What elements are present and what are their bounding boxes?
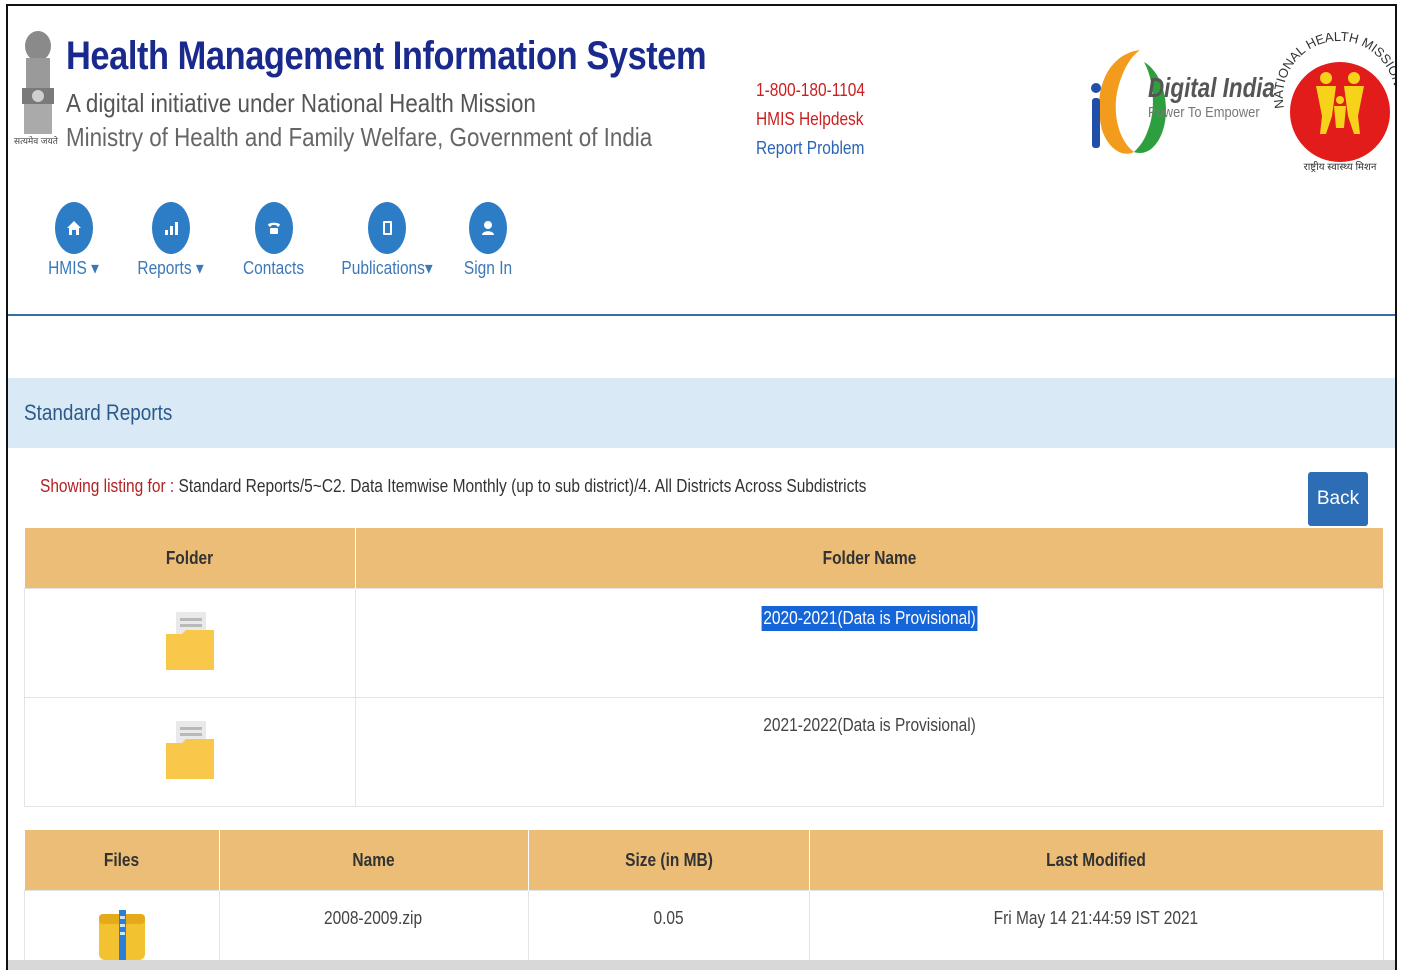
back-button[interactable]: Back xyxy=(1308,472,1368,526)
folder-icon[interactable] xyxy=(162,604,218,674)
page-frame: सत्यमेव जयते Health Management Informati… xyxy=(6,4,1397,970)
column-header: Name xyxy=(219,830,529,891)
nav-publications[interactable]: Publications▾ xyxy=(334,202,440,279)
nhm-hindi-text: राष्ट्रीय स्वास्थ्य मिशन xyxy=(1304,161,1377,173)
column-header: Files xyxy=(24,830,220,891)
files-header-row: Files Name Size (in MB) Last Modified xyxy=(24,830,1384,891)
nav-publications-label: Publications xyxy=(341,258,425,278)
column-header: Folder xyxy=(24,528,356,589)
listing-label: Showing listing for : xyxy=(40,476,175,496)
horizontal-scrollbar[interactable] xyxy=(8,960,1395,970)
nav-sign-in-label: Sign In xyxy=(463,258,513,278)
folder-name-link[interactable]: 2021-2022(Data is Provisional) xyxy=(763,715,976,736)
nav-contacts-label: Contacts xyxy=(242,258,305,278)
nhm-logo: NATIONAL HEALTH MISSION राष्ट्रीय स्वास्… xyxy=(1271,29,1395,173)
home-icon xyxy=(54,202,93,254)
site-subtitle: A digital initiative under National Heal… xyxy=(66,88,536,118)
nav-hmis[interactable]: HMIS ▾ xyxy=(44,202,103,279)
digital-india-title: Digital India xyxy=(1148,72,1275,103)
file-modified-cell: Fri May 14 21:44:59 IST 2021 xyxy=(808,890,1384,969)
folder-cell[interactable] xyxy=(24,697,356,807)
folder-name-link[interactable]: 2020-2021(Data is Provisional) xyxy=(761,606,978,631)
emblem-caption: सत्यमेव जयते xyxy=(14,136,58,146)
folder-name-cell[interactable]: 2020-2021(Data is Provisional) xyxy=(354,588,1384,698)
report-problem-link[interactable]: Report Problem xyxy=(756,134,865,163)
digital-india-tagline: Power To Empower xyxy=(1148,104,1260,121)
panel-heading: Standard Reports xyxy=(8,378,1395,448)
zip-archive-icon[interactable] xyxy=(95,906,149,962)
nav-divider xyxy=(8,314,1395,316)
caret-down-icon: ▾ xyxy=(191,258,204,278)
file-name-cell[interactable]: 2008-2009.zip xyxy=(218,890,529,969)
listing-path-text: Standard Reports/5~C2. Data Itemwise Mon… xyxy=(178,476,867,496)
folder-cell[interactable] xyxy=(24,588,356,698)
panel-title: Standard Reports xyxy=(24,400,173,425)
national-emblem-logo xyxy=(22,31,54,134)
nav-reports[interactable]: Reports ▾ xyxy=(132,202,209,279)
file-name-link[interactable]: 2008-2009.zip xyxy=(324,908,422,929)
file-last-modified: Fri May 14 21:44:59 IST 2021 xyxy=(993,908,1199,928)
folders-header-row: Folder Folder Name xyxy=(24,528,1384,589)
column-header: Folder Name xyxy=(355,528,1384,589)
folder-name-cell[interactable]: 2021-2022(Data is Provisional) xyxy=(354,697,1384,807)
nav-contacts[interactable]: Contacts xyxy=(238,202,309,279)
column-header: Last Modified xyxy=(809,830,1384,891)
column-header: Size (in MB) xyxy=(528,830,810,891)
folder-row[interactable]: 2021-2022(Data is Provisional) xyxy=(24,697,1384,807)
folders-table: Folder Folder Name 2020-2021(Data is Pro… xyxy=(24,528,1384,807)
ministry-text: Ministry of Health and Family Welfare, G… xyxy=(66,122,653,152)
site-title: Health Management Information System xyxy=(66,34,707,78)
caret-down-icon: ▾ xyxy=(86,258,99,278)
helpline-block: 1-800-180-1104 HMIS Helpdesk Report Prob… xyxy=(756,76,865,163)
file-size-cell: 0.05 xyxy=(527,890,810,969)
nav-sign-in[interactable]: Sign In xyxy=(460,202,516,279)
file-size: 0.05 xyxy=(653,908,684,928)
folder-icon[interactable] xyxy=(162,713,218,783)
nav-reports-label: Reports xyxy=(137,258,192,278)
book-icon xyxy=(368,202,407,254)
folder-row[interactable]: 2020-2021(Data is Provisional) xyxy=(24,588,1384,698)
file-icon-cell[interactable] xyxy=(24,890,220,969)
phone-icon xyxy=(254,202,293,254)
user-icon xyxy=(469,202,508,254)
helpdesk-link[interactable]: HMIS Helpdesk xyxy=(756,105,865,134)
file-row[interactable]: 2008-2009.zip 0.05 Fri May 14 21:44:59 I… xyxy=(24,890,1384,969)
helpline-phone[interactable]: 1-800-180-1104 xyxy=(756,76,865,105)
nav-hmis-label: HMIS xyxy=(48,258,87,278)
listing-path: Showing listing for : Standard Reports/5… xyxy=(40,476,866,497)
files-table: Files Name Size (in MB) Last Modified 20… xyxy=(24,830,1384,969)
caret-down-icon: ▾ xyxy=(424,258,433,278)
bar-chart-icon xyxy=(151,202,190,254)
